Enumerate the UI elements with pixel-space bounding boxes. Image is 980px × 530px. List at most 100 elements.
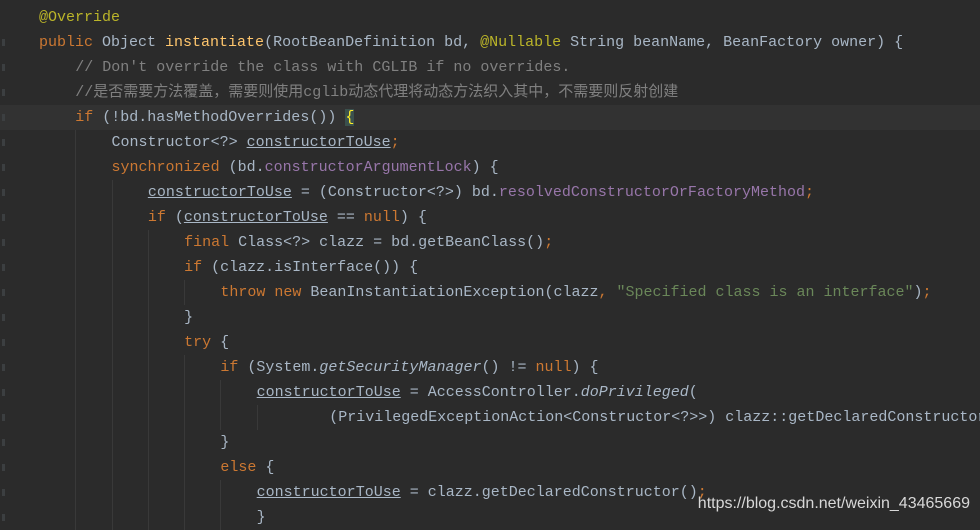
gutter-marker [2, 39, 5, 46]
code-token: null [363, 209, 400, 226]
indent-guide [184, 380, 186, 405]
code-token: //是否需要方法覆盖，需要则使用cglib动态代理将动态方法织入其中，不需要则反… [75, 84, 679, 101]
indent-guide [111, 405, 113, 430]
code-token: BeanInstantiationException(clazz [310, 284, 599, 301]
indent-guide [184, 280, 186, 305]
code-line[interactable]: throw new BeanInstantiationException(cla… [0, 280, 980, 305]
indent-guide [147, 405, 149, 430]
code-line[interactable]: public Object instantiate(RootBeanDefini… [0, 30, 980, 55]
gutter-marker [2, 364, 5, 371]
code-line[interactable]: // Don't override the class with CGLIB i… [0, 55, 980, 80]
code-token: (System. [247, 359, 320, 376]
indent-guide [184, 480, 186, 505]
code-token: if [147, 209, 175, 226]
gutter-marker [2, 164, 5, 171]
code-token: { [345, 109, 355, 126]
gutter-marker [2, 514, 5, 521]
indent-guide [111, 180, 113, 205]
code-token: constructorToUse [183, 209, 328, 226]
indent-guide [111, 305, 113, 330]
code-line[interactable]: final Class<?> clazz = bd.getBeanClass()… [0, 230, 980, 255]
indent-guide [220, 480, 222, 505]
code-line[interactable]: if (!bd.hasMethodOverrides()) { [0, 105, 980, 130]
indent-guide [75, 205, 77, 230]
indent-guide [75, 255, 77, 280]
code-token: String beanName, BeanFactory owner) { [570, 34, 904, 51]
code-line[interactable]: if (constructorToUse == null) { [0, 205, 980, 230]
code-text: Constructor<?> constructorToUse; [112, 130, 400, 155]
code-line[interactable]: else { [0, 455, 980, 480]
code-token: () != [481, 359, 536, 376]
code-token: if [220, 359, 248, 376]
code-token: try [184, 334, 221, 351]
indent-guide [75, 480, 77, 505]
indent-guide [75, 280, 77, 305]
code-token: constructorArgumentLock [264, 159, 472, 176]
code-line[interactable]: synchronized (bd.constructorArgumentLock… [0, 155, 980, 180]
indent-guide [184, 430, 186, 455]
code-text: final Class<?> clazz = bd.getBeanClass()… [184, 230, 553, 255]
gutter-marker [2, 289, 5, 296]
code-text: } [184, 305, 193, 330]
indent-guide [256, 405, 258, 430]
indent-guide [184, 405, 186, 430]
code-token: ; [804, 184, 814, 201]
indent-guide [220, 405, 222, 430]
code-text: } [220, 430, 229, 455]
code-line[interactable]: } [0, 305, 980, 330]
code-token: constructorToUse [246, 134, 391, 151]
gutter-marker [2, 64, 5, 71]
indent-guide [75, 155, 77, 180]
code-line[interactable]: if (clazz.isInterface()) { [0, 255, 980, 280]
code-token: constructorToUse [147, 184, 292, 201]
gutter-marker [2, 314, 5, 321]
code-text: constructorToUse = clazz.getDeclaredCons… [257, 480, 707, 505]
code-token: (clazz.isInterface()) { [211, 259, 419, 276]
code-token: null [535, 359, 572, 376]
indent-guide [111, 430, 113, 455]
watermark: https://blog.csdn.net/weixin_43465669 [697, 495, 970, 512]
code-token: resolvedConstructorOrFactoryMethod [498, 184, 805, 201]
code-text: else { [220, 455, 274, 480]
indent-guide [75, 355, 77, 380]
indent-guide [111, 355, 113, 380]
indent-guide [184, 505, 186, 530]
indent-guide [220, 505, 222, 530]
indent-guide [147, 330, 149, 355]
code-line[interactable]: //是否需要方法覆盖，需要则使用cglib动态代理将动态方法织入其中，不需要则反… [0, 80, 980, 105]
indent-guide [111, 330, 113, 355]
indent-guide [111, 455, 113, 480]
code-text: try { [184, 330, 229, 355]
indent-guide [111, 255, 113, 280]
code-token: getSecurityManager [319, 359, 482, 376]
indent-guide [147, 505, 149, 530]
code-text: if (!bd.hasMethodOverrides()) { [75, 105, 355, 130]
code-text: (PrivilegedExceptionAction<Constructor<?… [329, 405, 980, 430]
code-token: @Nullable [480, 34, 571, 51]
code-text: if (clazz.isInterface()) { [184, 255, 418, 280]
code-token: throw new [220, 284, 311, 301]
gutter-marker [2, 389, 5, 396]
code-line[interactable]: constructorToUse = (Constructor<?>) bd.r… [0, 180, 980, 205]
gutter-marker [2, 264, 5, 271]
gutter-marker [2, 339, 5, 346]
indent-guide [147, 230, 149, 255]
code-token: { [220, 334, 230, 351]
code-token: = AccessController. [400, 384, 581, 401]
indent-guide [75, 455, 77, 480]
code-text: if (System.getSecurityManager() != null)… [220, 355, 598, 380]
code-line[interactable]: constructorToUse = AccessController.doPr… [0, 380, 980, 405]
code-line[interactable]: Constructor<?> constructorToUse; [0, 130, 980, 155]
code-token: } [220, 434, 230, 451]
code-line[interactable]: if (System.getSecurityManager() != null)… [0, 355, 980, 380]
code-line[interactable]: @Override [0, 5, 980, 30]
code-editor[interactable]: @Override public Object instantiate(RootB… [0, 0, 980, 530]
code-line[interactable]: try { [0, 330, 980, 355]
code-line[interactable]: } [0, 430, 980, 455]
indent-guide [184, 355, 186, 380]
code-token: "Specified class is an interface" [616, 284, 914, 301]
code-token: constructorToUse [256, 384, 401, 401]
code-token: Constructor<?> [111, 134, 247, 151]
indent-guide [75, 380, 77, 405]
code-line[interactable]: (PrivilegedExceptionAction<Constructor<?… [0, 405, 980, 430]
